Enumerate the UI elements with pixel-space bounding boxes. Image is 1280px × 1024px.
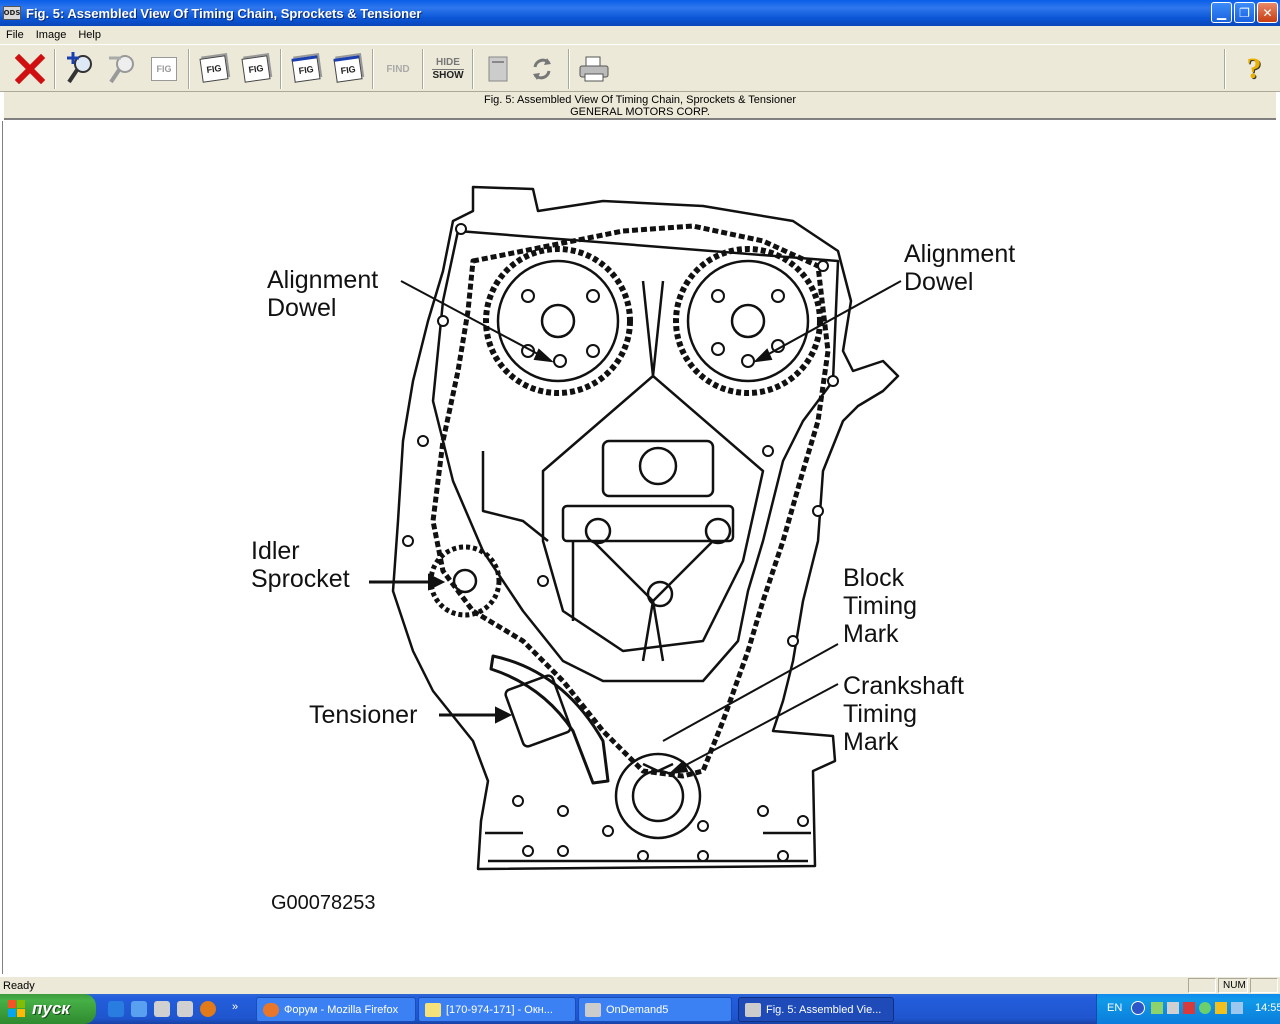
fig-disabled-icon: FIG — [151, 57, 177, 81]
caption-source: GENERAL MOTORS CORP. — [570, 106, 710, 118]
refresh-icon — [533, 58, 551, 80]
status-num: NUM — [1218, 978, 1248, 993]
close-icon: ✕ — [1262, 5, 1273, 20]
fig-hand-icon: FIG — [241, 55, 271, 83]
crankshaft-sprocket — [614, 752, 702, 840]
windows-logo-icon — [8, 1000, 26, 1018]
menu-bar: File Image Help — [0, 26, 1280, 44]
tray-expand-icon[interactable] — [1131, 1001, 1145, 1015]
window-title: Fig. 5: Assembled View Of Timing Chain, … — [26, 5, 422, 21]
timing-chain — [430, 223, 831, 779]
zoom-in-icon — [67, 52, 92, 84]
label-alignment-dowel-left: Alignment Dowel — [267, 266, 379, 322]
taskbar: пуск » Форум - Mozilla Firefox [170-974-… — [0, 994, 1280, 1024]
minimize-button[interactable]: ▁ — [1211, 2, 1232, 23]
next-figure-button[interactable]: FIG — [328, 50, 368, 88]
fig-disabled-button[interactable]: FIG — [144, 50, 184, 88]
tensioner-body — [504, 674, 572, 748]
fig-button[interactable]: FIG — [194, 50, 234, 88]
print-icon — [579, 56, 609, 82]
quicklaunch-ie-icon[interactable] — [108, 1001, 124, 1017]
right-cam-sprocket — [673, 246, 823, 396]
tray-app-icon-3[interactable] — [1183, 1002, 1195, 1014]
zoom-out-icon — [109, 55, 134, 84]
close-icon — [15, 54, 45, 84]
quicklaunch-ods-icon[interactable] — [154, 1001, 170, 1017]
fig-previous-icon: FIG — [291, 55, 321, 83]
menu-file[interactable]: File — [0, 29, 30, 41]
figure-id: G00078253 — [271, 892, 376, 914]
caption-title: Fig. 5: Assembled View Of Timing Chain, … — [483, 94, 797, 106]
hide-show-icon: HIDE SHOW — [432, 56, 464, 81]
quicklaunch-ods2-icon[interactable] — [177, 1001, 193, 1017]
restore-icon: ❐ — [1239, 5, 1250, 20]
start-label: пуск — [32, 999, 70, 1018]
title-bar[interactable]: ODS Fig. 5: Assembled View Of Timing Cha… — [0, 0, 1280, 26]
label-block-timing-mark: Block Timing Mark — [843, 564, 918, 648]
tray-app-icon[interactable] — [1151, 1002, 1163, 1014]
bookmark-icon — [488, 56, 508, 82]
ods-icon — [585, 1002, 601, 1017]
tray-app-icon-2[interactable] — [1167, 1002, 1179, 1014]
bookmark-button[interactable] — [478, 50, 518, 88]
help-icon: ? — [1246, 52, 1262, 85]
label-tensioner: Tensioner — [309, 701, 418, 729]
left-cam-sprocket — [483, 246, 633, 396]
toolbar: FIG FIG FIG FIG FIG FIND HIDE SHOW ? — [0, 44, 1280, 92]
fig-next-icon: FIG — [333, 55, 363, 83]
status-panel-empty-2 — [1250, 978, 1278, 993]
task-ondemand5[interactable]: OnDemand5 — [578, 997, 732, 1022]
close-window-button[interactable]: ✕ — [1257, 2, 1278, 23]
firefox-icon — [263, 1002, 279, 1017]
figure-caption: Fig. 5: Assembled View Of Timing Chain, … — [4, 92, 1276, 120]
find-icon: FIND — [386, 63, 410, 75]
tray-network-icon[interactable] — [1231, 1002, 1243, 1014]
status-panel-empty — [1188, 978, 1216, 993]
window-icon — [425, 1002, 441, 1017]
find-button[interactable]: FIND — [378, 50, 418, 88]
figure-view[interactable]: Alignment Dowel Alignment Dowel Idler Sp… — [2, 121, 1278, 974]
timing-chain-diagram — [369, 185, 902, 871]
task-firefox[interactable]: Форум - Mozilla Firefox — [256, 997, 416, 1022]
minimize-icon: ▁ — [1216, 5, 1227, 20]
restore-button[interactable]: ❐ — [1234, 2, 1255, 23]
status-bar: Ready NUM — [0, 976, 1280, 994]
fig-icon: FIG — [199, 55, 229, 83]
label-idler-sprocket: Idler Sprocket — [251, 537, 350, 593]
task-fig5[interactable]: Fig. 5: Assembled Vie... — [738, 997, 894, 1022]
print-button[interactable] — [574, 50, 614, 88]
system-tray: EN 14:55 — [1096, 994, 1280, 1024]
tray-app-icon-4[interactable] — [1199, 1002, 1211, 1014]
hide-show-button[interactable]: HIDE SHOW — [428, 50, 468, 88]
label-alignment-dowel-right: Alignment Dowel — [904, 240, 1016, 296]
menu-image[interactable]: Image — [30, 29, 73, 41]
tray-shield-icon[interactable] — [1215, 1002, 1227, 1014]
fig-hand-button[interactable]: FIG — [236, 50, 276, 88]
refresh-button[interactable] — [522, 50, 562, 88]
close-figure-button[interactable] — [10, 50, 50, 88]
language-indicator[interactable]: EN — [1107, 1002, 1122, 1014]
quicklaunch-more-icon[interactable]: » — [232, 1001, 248, 1017]
clock[interactable]: 14:55 — [1255, 1002, 1280, 1014]
label-crankshaft-timing-mark: Crankshaft Timing Mark — [843, 672, 964, 756]
start-button[interactable]: пуск — [0, 994, 96, 1024]
help-button[interactable]: ? — [1234, 50, 1274, 88]
status-text: Ready — [3, 980, 35, 992]
previous-figure-button[interactable]: FIG — [286, 50, 326, 88]
quicklaunch-browser-icon[interactable] — [131, 1001, 147, 1017]
quicklaunch-media-icon[interactable] — [200, 1001, 216, 1017]
zoom-out-button[interactable] — [102, 50, 142, 88]
zoom-in-button[interactable] — [60, 50, 100, 88]
ods-icon — [745, 1002, 761, 1017]
app-icon: ODS — [3, 6, 21, 20]
task-window[interactable]: [170-974-171] - Окн... — [418, 997, 576, 1022]
menu-help[interactable]: Help — [72, 29, 107, 41]
